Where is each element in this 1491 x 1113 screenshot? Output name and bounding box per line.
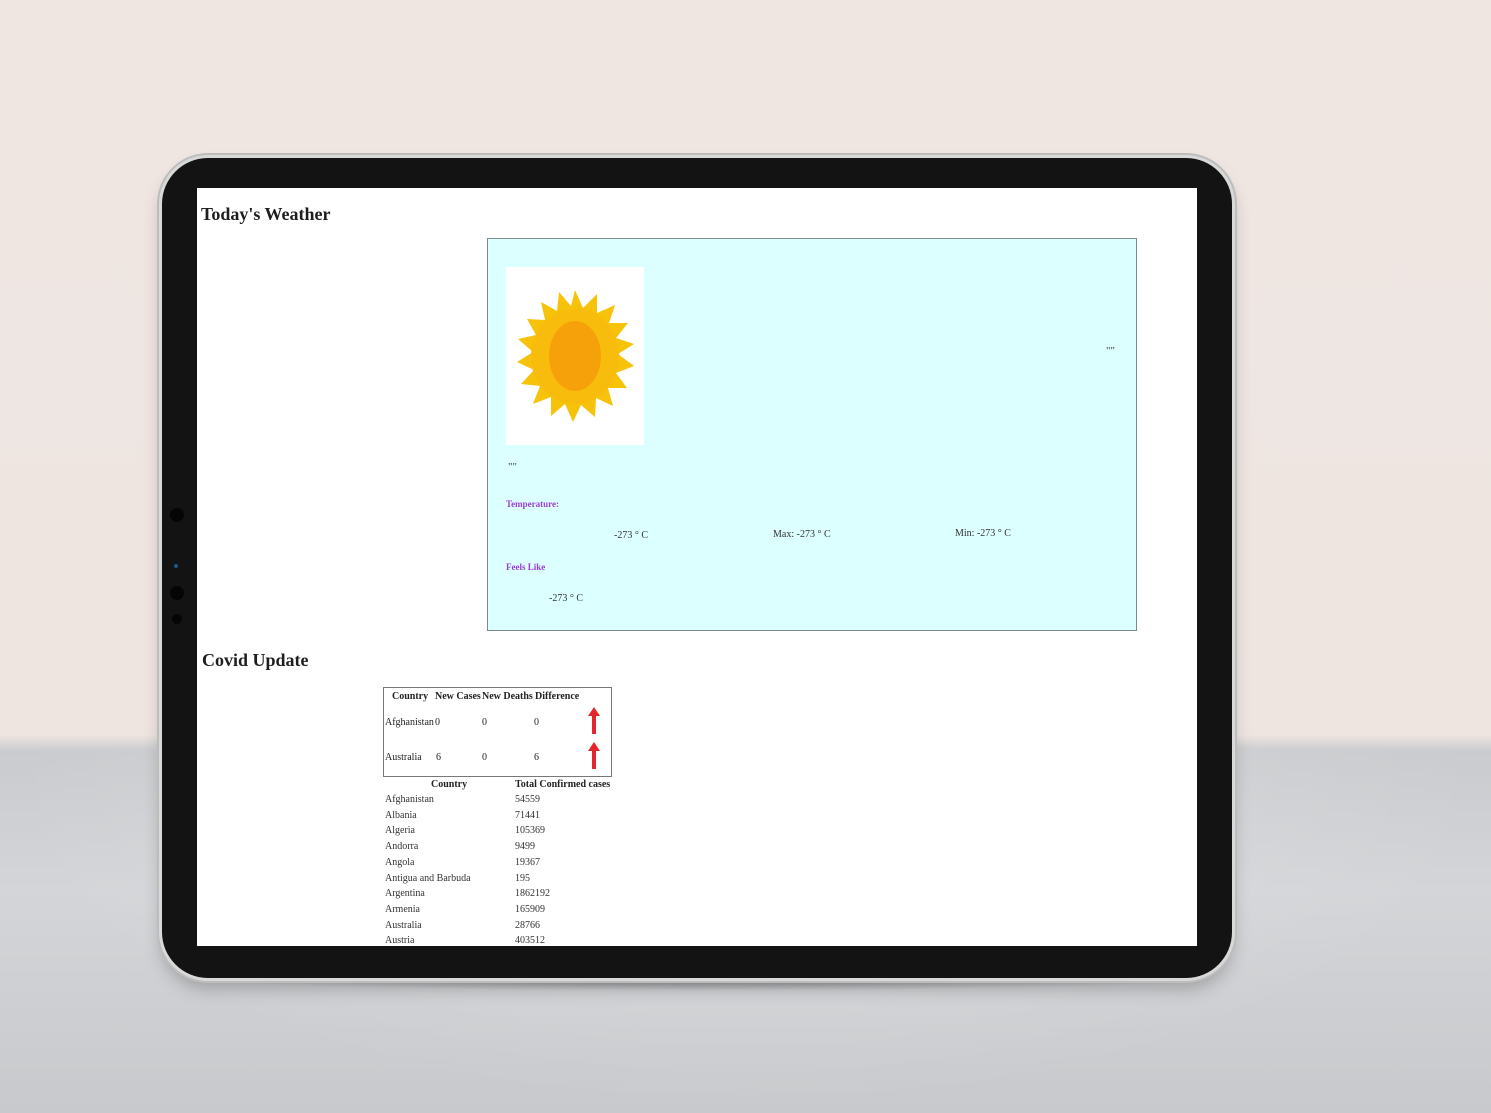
table-header-new-deaths: New Deaths [482,691,533,702]
list-item-total: 28766 [515,919,540,931]
list-item: Angola 19367 [385,857,625,872]
list-item: Australia 28766 [385,920,625,935]
list-item-country: Albania [385,809,417,821]
feels-like-label: Feels Like [506,562,546,572]
list-item: Argentina 1862192 [385,888,625,903]
list-item-total: 165909 [515,903,545,915]
table-row-afghanistan-new-cases: 0 [435,717,440,728]
side-sensor [172,614,182,624]
list-header-country: Country [431,779,468,790]
table-row-australia-country: Australia [385,752,422,763]
weather-description-right: "" [1106,345,1115,357]
list-item: Andorra 9499 [385,841,625,856]
table-row-australia-difference: 6 [534,752,539,763]
list-item-country: Argentina [385,888,425,900]
weather-icon-box [506,267,644,445]
list-item-total: 71441 [515,809,540,821]
list-item-country: Angola [385,856,415,868]
table-header-new-cases: New Cases [435,691,481,702]
list-item-total: 195 [515,872,530,884]
side-sensor [174,564,178,568]
list-item-country: Antigua and Barbuda [385,872,471,884]
covid-new-cases-table: Country New Cases New Deaths Difference … [383,687,612,777]
temperature-value: -273 ° C [614,530,648,541]
list-item-total: 19367 [515,856,540,868]
table-header-country: Country [392,691,429,702]
temperature-min: Min: -273 ° C [955,528,1011,539]
list-item: Algeria 105369 [385,825,625,840]
table-row-australia-new-cases: 6 [436,752,441,763]
side-sensor [170,586,184,600]
covid-heading: Covid Update [202,650,309,670]
weather-heading: Today's Weather [201,204,331,224]
tablet-screen: Today's Weather "" "" Temperature: -273 … [197,188,1197,946]
list-item-total: 1862192 [515,888,550,900]
table-row-afghanistan-new-deaths: 0 [482,717,487,728]
temperature-label: Temperature: [506,499,559,509]
up-arrow-icon [588,742,600,769]
list-item-country: Afghanistan [385,794,434,805]
table-row-australia-new-deaths: 0 [482,752,487,763]
table-row-afghanistan-difference: 0 [534,717,539,728]
list-item-total: 105369 [515,825,545,837]
weather-description-left: "" [508,461,517,473]
list-item: Austria 403512 [385,935,625,946]
list-item-country: Australia [385,919,422,931]
list-item-country: Algeria [385,825,415,837]
list-item-country: Armenia [385,903,420,915]
list-item-total: 9499 [515,841,535,853]
list-item: Antigua and Barbuda 195 [385,873,625,888]
list-item-total: 403512 [515,935,545,946]
list-item-country: Austria [385,935,415,946]
list-item-country: Andorra [385,841,419,853]
list-header-total-confirmed: Total Confirmed cases [515,779,611,790]
list-item: Armenia 165909 [385,904,625,919]
list-item: Afghanistan 54559 [385,794,625,809]
list-item: Albania 71441 [385,810,625,825]
table-row-afghanistan-country: Afghanistan [385,717,434,728]
sun-icon [517,290,634,422]
table-header-difference: Difference [535,691,580,702]
side-sensor [170,508,184,522]
up-arrow-icon [588,707,600,734]
temperature-max: Max: -273 ° C [773,529,831,540]
feels-like-value: -273 ° C [549,593,583,604]
list-item-total: 54559 [515,794,540,805]
weather-card: "" "" Temperature: -273 ° C Max: -273 ° … [487,238,1137,631]
